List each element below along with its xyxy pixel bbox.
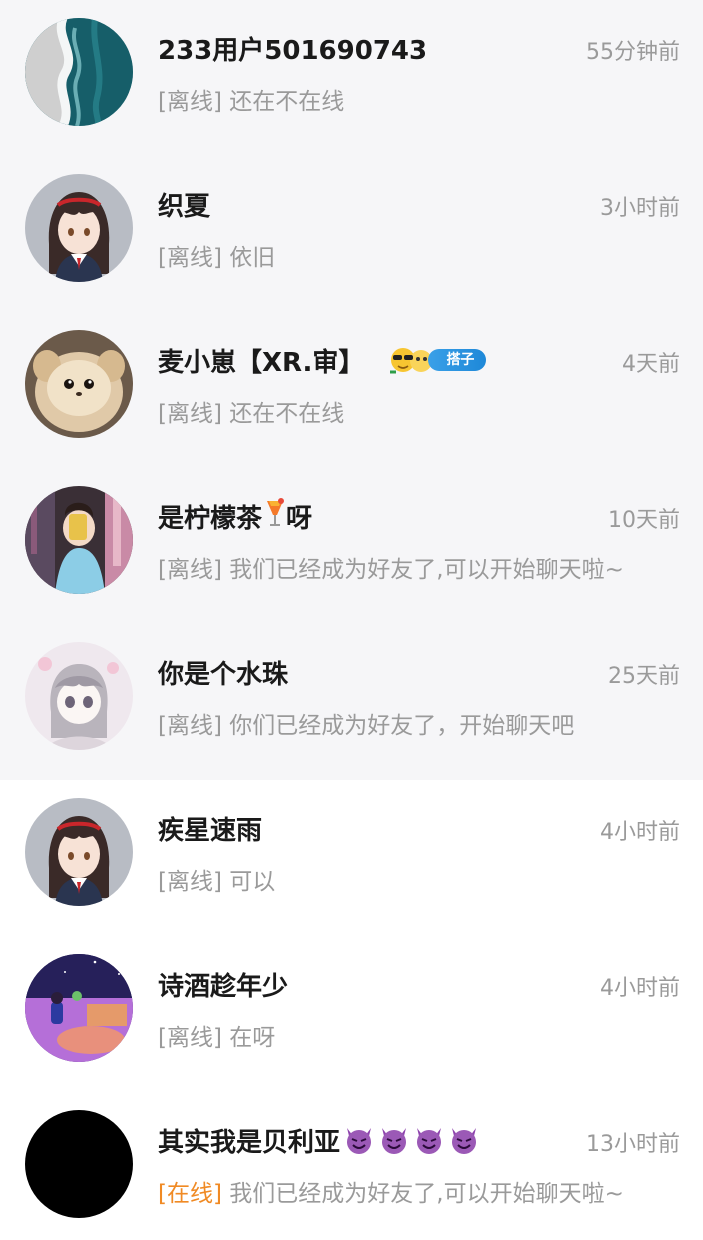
message-text: 还在不在线 xyxy=(229,89,345,115)
contact-name: 你是个水珠 xyxy=(158,659,289,690)
timestamp: 10天前 xyxy=(608,508,680,533)
avatar[interactable] xyxy=(25,330,133,438)
message-text: 在呀 xyxy=(229,1025,276,1051)
message-text: 我们已经成为好友了,可以开始聊天啦~ xyxy=(229,557,624,583)
anime-girl-avatar xyxy=(25,174,133,282)
smiling-devil-icon xyxy=(448,1124,480,1156)
avatar[interactable] xyxy=(25,798,133,906)
last-message: [离线] 我们已经成为好友了,可以开始聊天啦~ xyxy=(158,550,624,584)
status-label: [离线] xyxy=(158,557,222,583)
contact-name: 织夏 xyxy=(158,191,211,222)
avatar[interactable] xyxy=(25,1110,133,1218)
buddy-badge-label: 搭子 xyxy=(428,349,487,371)
smiling-devil-icon xyxy=(413,1124,445,1156)
smiling-devil-icon xyxy=(343,1124,375,1156)
avatar[interactable] xyxy=(25,954,133,1062)
conversation-item[interactable]: 织夏 3小时前 [离线] 依旧 xyxy=(0,156,703,312)
conversation-item[interactable]: 疾星速雨 4小时前 [离线] 可以 xyxy=(0,780,703,936)
sea-waves-avatar xyxy=(25,18,133,126)
tropical-drink-icon xyxy=(264,497,286,536)
last-message: [离线] 还在不在线 xyxy=(158,82,344,116)
mirror-selfie-avatar xyxy=(25,486,133,594)
avatar[interactable] xyxy=(25,486,133,594)
contact-name: 麦小崽【XR.审】 搭子 xyxy=(158,342,487,378)
anime-sketch-avatar xyxy=(25,642,133,750)
message-text: 我们已经成为好友了,可以开始聊天啦~ xyxy=(229,1181,624,1207)
anime-girl-avatar xyxy=(25,798,133,906)
conversation-item[interactable]: 是柠檬茶 呀 10天前 [离线] 我们已经成为好友了,可以开始聊天啦~ xyxy=(0,468,703,624)
last-message: [离线] 还在不在线 xyxy=(158,394,344,428)
fluffy-pet-avatar xyxy=(25,330,133,438)
message-text: 可以 xyxy=(229,869,276,895)
timestamp: 13小时前 xyxy=(586,1132,680,1157)
conversation-item[interactable]: 其实我是贝利亚 13小时前 [在线] 我们已经成为好友了,可以开始聊天啦~ xyxy=(0,1092,703,1240)
last-message: [离线] 可以 xyxy=(158,862,275,896)
smiling-devil-icon xyxy=(378,1124,410,1156)
avatar[interactable] xyxy=(25,174,133,282)
purple-room-avatar xyxy=(25,954,133,1062)
timestamp: 55分钟前 xyxy=(586,40,680,65)
status-label: [离线] xyxy=(158,869,222,895)
message-text: 你们已经成为好友了，开始聊天吧 xyxy=(229,713,575,739)
last-message: [在线] 我们已经成为好友了,可以开始聊天啦~ xyxy=(158,1174,624,1208)
avatar[interactable] xyxy=(25,642,133,750)
avatar[interactable] xyxy=(25,18,133,126)
timestamp: 4小时前 xyxy=(600,820,680,845)
contact-name: 是柠檬茶 呀 xyxy=(158,497,312,536)
contact-name: 其实我是贝利亚 xyxy=(158,1122,480,1158)
message-text: 还在不在线 xyxy=(229,401,345,427)
status-label: [在线] xyxy=(158,1181,222,1207)
status-label: [离线] xyxy=(158,245,222,271)
status-label: [离线] xyxy=(158,401,222,427)
last-message: [离线] 依旧 xyxy=(158,238,275,272)
black-circle-avatar xyxy=(25,1110,133,1218)
status-label: [离线] xyxy=(158,1025,222,1051)
contact-name: 疾星速雨 xyxy=(158,815,263,846)
contact-name: 诗酒趁年少 xyxy=(158,971,289,1002)
conversation-item[interactable]: 诗酒趁年少 4小时前 [离线] 在呀 xyxy=(0,936,703,1092)
conversation-list: 233用户501690743 55分钟前 [离线] 还在不在线 织夏 3小时前 … xyxy=(0,0,703,1240)
conversation-item[interactable]: 233用户501690743 55分钟前 [离线] 还在不在线 xyxy=(0,0,703,156)
timestamp: 3小时前 xyxy=(600,196,680,221)
timestamp: 4天前 xyxy=(622,352,680,377)
last-message: [离线] 在呀 xyxy=(158,1018,275,1052)
status-label: [离线] xyxy=(158,89,222,115)
contact-name: 233用户501690743 xyxy=(158,35,428,66)
timestamp: 25天前 xyxy=(608,664,680,689)
status-label: [离线] xyxy=(158,713,222,739)
last-message: [离线] 你们已经成为好友了，开始聊天吧 xyxy=(158,706,574,740)
message-text: 依旧 xyxy=(229,245,276,271)
conversation-item[interactable]: 麦小崽【XR.审】 搭子 4天前 [离线] 还在不在线 xyxy=(0,312,703,468)
timestamp: 4小时前 xyxy=(600,976,680,1001)
buddy-badge: 搭子 xyxy=(388,348,487,374)
conversation-item[interactable]: 你是个水珠 25天前 [离线] 你们已经成为好友了，开始聊天吧 xyxy=(0,624,703,780)
